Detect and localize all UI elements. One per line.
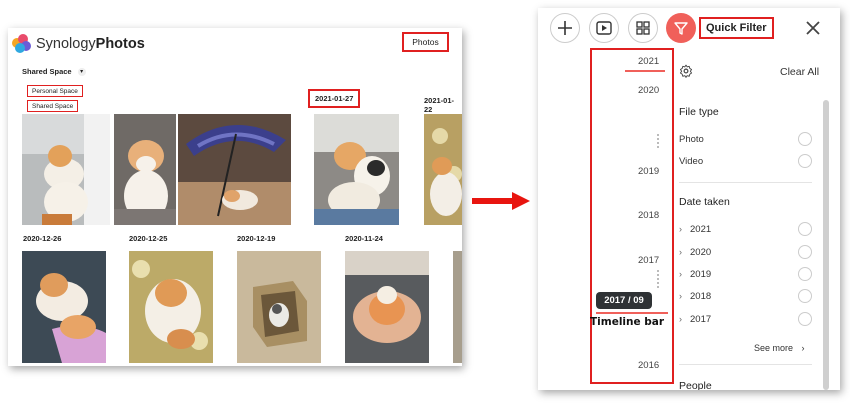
filter-option-year-2019[interactable]: › 2019 (679, 267, 812, 281)
chevron-right-icon[interactable]: › (679, 224, 690, 234)
timeline-bar-caption: Timeline bar (590, 316, 665, 328)
space-selector-label: Shared Space (22, 67, 72, 76)
filter-option-year-2017[interactable]: › 2017 (679, 312, 812, 326)
timeline-position-indicator[interactable]: 2017 / 09 (596, 292, 652, 309)
filter-option-video[interactable]: Video (679, 154, 812, 168)
radio-button[interactable] (798, 289, 812, 303)
option-label: 2018 (690, 290, 712, 302)
chevron-right-icon: › (801, 343, 805, 353)
photo-thumbnail[interactable] (424, 114, 462, 225)
photo-thumbnail[interactable] (114, 114, 176, 225)
filter-option-year-2020[interactable]: › 2020 (679, 245, 812, 259)
timeline-year-2020[interactable]: 2020 (638, 85, 659, 96)
chevron-right-icon[interactable]: › (679, 269, 690, 279)
filter-scrollbar[interactable] (823, 100, 829, 390)
chevron-right-icon[interactable]: › (679, 314, 690, 324)
radio-button[interactable] (798, 222, 812, 236)
photo-thumbnail[interactable] (237, 251, 321, 363)
radio-button[interactable] (798, 132, 812, 146)
photos-button[interactable]: Photos (402, 32, 449, 52)
synology-photos-logo-icon (12, 34, 32, 54)
timeline-dots (657, 134, 659, 148)
timeline-current-line (625, 70, 665, 72)
arrow-right-icon (472, 192, 530, 210)
date-group-label: 2020-12-26 (23, 234, 62, 243)
menu-item-shared-space[interactable]: Shared Space (27, 100, 79, 112)
photos-app-screenshot: SynologyPhotos Photos Shared Space ▾ Per… (8, 28, 462, 366)
photo-thumbnail[interactable] (453, 251, 462, 363)
photo-thumbnail[interactable] (22, 114, 110, 225)
radio-button[interactable] (798, 154, 812, 168)
grid-icon (636, 21, 650, 35)
timeline-year-2021[interactable]: 2021 (638, 56, 659, 67)
divider (679, 364, 812, 365)
option-label: 2020 (690, 246, 712, 258)
photo-thumbnail[interactable] (345, 251, 429, 363)
timeline-marker-line (596, 312, 668, 314)
photo-thumbnail[interactable] (129, 251, 213, 363)
quick-filter-panel-screenshot: Quick Filter 2021 2020 2019 2018 2017 20… (538, 8, 840, 390)
timeline-bar-highlight (590, 48, 674, 384)
photo-thumbnail[interactable] (178, 114, 291, 225)
see-more-link[interactable]: See more › (754, 343, 805, 353)
chevron-down-icon: ▾ (77, 67, 86, 76)
space-selector[interactable]: Shared Space ▾ (22, 67, 86, 76)
radio-button[interactable] (798, 312, 812, 326)
quick-filter-title: Quick Filter (699, 17, 774, 39)
date-group-label: 2020-12-19 (237, 234, 276, 243)
option-label: 2021 (690, 223, 712, 235)
photo-thumbnail[interactable] (22, 251, 106, 363)
brand: SynologyPhotos (12, 34, 145, 54)
date-group-label: 2020-12-25 (129, 234, 168, 243)
brand-name: SynologyPhotos (36, 36, 145, 52)
radio-button[interactable] (798, 245, 812, 259)
add-button[interactable] (550, 13, 580, 43)
slideshow-icon (596, 21, 612, 35)
timeline-year-2016[interactable]: 2016 (638, 360, 659, 371)
divider (679, 182, 812, 183)
option-label: 2017 (690, 313, 712, 325)
timeline-year-2017[interactable]: 2017 (638, 255, 659, 266)
date-group-label: 2021-01-22 (424, 96, 455, 114)
menu-item-personal-space[interactable]: Personal Space (27, 85, 83, 97)
timeline-year-2019[interactable]: 2019 (638, 166, 659, 177)
section-title-file-type: File type (679, 106, 719, 118)
option-label: Video (679, 155, 704, 167)
option-label: 2019 (690, 268, 712, 280)
chevron-right-icon[interactable]: › (679, 247, 690, 257)
radio-button[interactable] (798, 267, 812, 281)
plus-icon (558, 21, 572, 35)
see-more-label: See more (754, 343, 794, 353)
filter-button[interactable] (666, 13, 696, 43)
chevron-right-icon[interactable]: › (679, 291, 690, 301)
clear-all-button[interactable]: Clear All (780, 66, 819, 78)
slideshow-button[interactable] (589, 13, 619, 43)
section-title-date-taken: Date taken (679, 196, 730, 208)
filter-option-year-2021[interactable]: › 2021 (679, 222, 812, 236)
timeline-year-2018[interactable]: 2018 (638, 210, 659, 221)
close-icon[interactable] (804, 19, 822, 37)
date-group-label: 2021-01-27 (308, 89, 361, 108)
filter-option-photo[interactable]: Photo (679, 132, 812, 146)
gear-icon[interactable] (679, 64, 693, 78)
view-mode-button[interactable] (628, 13, 658, 43)
section-title-people: People (679, 380, 712, 390)
date-group-label: 2020-11-24 (345, 234, 383, 243)
option-label: Photo (679, 133, 704, 145)
filter-option-year-2018[interactable]: › 2018 (679, 289, 812, 303)
timeline-dots (657, 270, 659, 288)
photo-thumbnail[interactable] (314, 114, 399, 225)
funnel-icon (674, 22, 688, 35)
